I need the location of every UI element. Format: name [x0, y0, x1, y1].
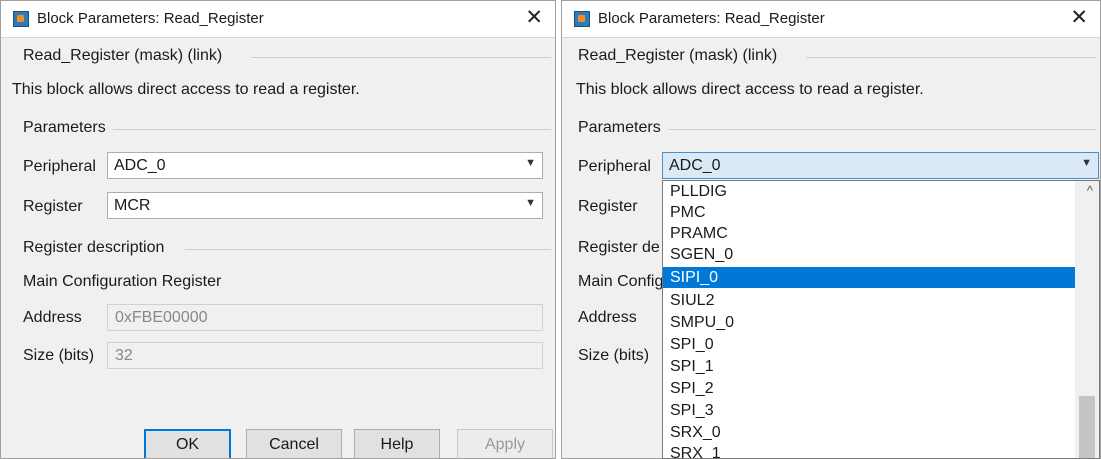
scrollbar[interactable]: ^: [1075, 181, 1099, 458]
divider: [251, 57, 551, 58]
peripheral-dropdown[interactable]: ADC_0 ▼: [662, 152, 1099, 179]
register-label: Register: [23, 198, 83, 215]
list-item[interactable]: SRX_1: [663, 443, 1075, 458]
list-item[interactable]: SPI_1: [663, 356, 1075, 377]
window-title: Block Parameters: Read_Register: [37, 10, 264, 27]
list-item-selected[interactable]: SIPI_0: [663, 267, 1075, 288]
address-field: 0xFBE00000: [107, 304, 543, 331]
list-item[interactable]: SRX_0: [663, 422, 1075, 443]
parameters-group-label: Parameters: [23, 119, 106, 136]
peripheral-value: ADC_0: [114, 157, 166, 174]
divider: [806, 57, 1096, 58]
simulink-block-icon: [13, 11, 29, 27]
register-value: MCR: [114, 197, 151, 214]
apply-button[interactable]: Apply: [457, 429, 553, 458]
block-parameters-dialog-left: Block Parameters: Read_Register ✕ Read_R…: [0, 0, 556, 459]
dropdown-arrow-icon: ▼: [525, 197, 536, 209]
size-label: Size (bits): [578, 347, 650, 364]
peripheral-value: ADC_0: [669, 157, 721, 174]
dropdown-arrow-icon: ▼: [525, 157, 536, 169]
list-item[interactable]: PLLDIG: [663, 181, 1075, 202]
ok-button[interactable]: OK: [144, 429, 231, 458]
close-icon[interactable]: ✕: [1070, 6, 1088, 30]
mask-header: Read_Register (mask) (link): [578, 47, 778, 64]
scroll-up-arrow-icon[interactable]: ^: [1087, 183, 1093, 198]
list-item[interactable]: PMC: [663, 202, 1075, 223]
address-label: Address: [578, 309, 637, 326]
simulink-block-icon: [574, 11, 590, 27]
help-button[interactable]: Help: [354, 429, 440, 458]
register-description-group-label: Register de: [578, 239, 660, 256]
mask-header: Read_Register (mask) (link): [23, 47, 223, 64]
divider: [668, 129, 1096, 130]
divider: [113, 129, 551, 130]
size-value: 32: [115, 347, 133, 364]
peripheral-dropdown[interactable]: ADC_0 ▼: [107, 152, 543, 179]
peripheral-label: Peripheral: [23, 158, 96, 175]
list-item[interactable]: SPI_0: [663, 334, 1075, 355]
dropdown-arrow-icon: ▼: [1081, 157, 1092, 169]
divider: [185, 249, 551, 250]
peripheral-dropdown-list[interactable]: PLLDIG PMC PRAMC SGEN_0 SIPI_0 SIUL2 SMP…: [662, 180, 1100, 459]
parameters-group-label: Parameters: [578, 119, 661, 136]
block-description: This block allows direct access to read …: [12, 81, 360, 98]
block-description: This block allows direct access to read …: [576, 81, 924, 98]
close-icon[interactable]: ✕: [525, 6, 543, 30]
title-bar: Block Parameters: Read_Register ✕: [562, 1, 1100, 38]
size-label: Size (bits): [23, 347, 95, 364]
list-item[interactable]: PRAMC: [663, 223, 1075, 244]
register-label: Register: [578, 198, 638, 215]
window-title: Block Parameters: Read_Register: [598, 10, 825, 27]
register-description-text: Main Configuration Register: [23, 273, 222, 290]
address-label: Address: [23, 309, 82, 326]
register-dropdown[interactable]: MCR ▼: [107, 192, 543, 219]
register-description-group-label: Register description: [23, 239, 165, 256]
list-item[interactable]: SMPU_0: [663, 312, 1075, 333]
register-description-text: Main Config: [578, 273, 664, 290]
list-item[interactable]: SGEN_0: [663, 244, 1075, 265]
cancel-button[interactable]: Cancel: [246, 429, 342, 458]
peripheral-label: Peripheral: [578, 158, 651, 175]
address-value: 0xFBE00000: [115, 309, 208, 326]
list-item[interactable]: SIUL2: [663, 290, 1075, 311]
list-item[interactable]: SPI_3: [663, 400, 1075, 421]
title-bar: Block Parameters: Read_Register ✕: [1, 1, 555, 38]
list-item[interactable]: SPI_2: [663, 378, 1075, 399]
scroll-thumb[interactable]: [1079, 396, 1095, 458]
size-field: 32: [107, 342, 543, 369]
